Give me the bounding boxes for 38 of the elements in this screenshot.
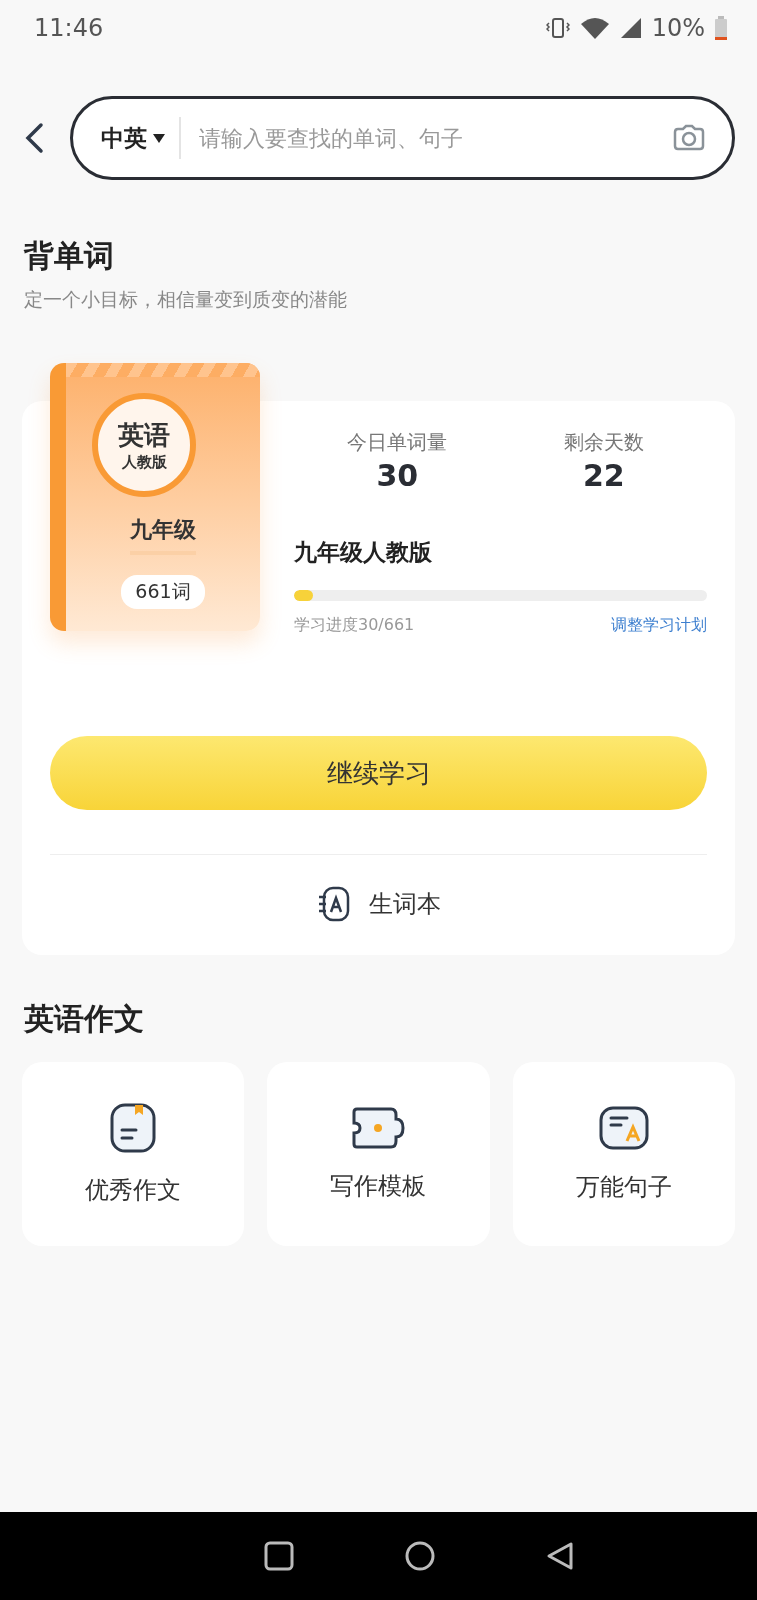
back-nav-icon[interactable] bbox=[545, 1541, 574, 1571]
book-grade: 九年级 bbox=[130, 515, 196, 555]
book-subject: 英语 bbox=[118, 419, 170, 452]
search-field[interactable]: 中英 请输入要查找的单词、句子 bbox=[70, 96, 735, 180]
stat-value: 22 bbox=[582, 458, 625, 493]
progress-text: 学习进度30/661 bbox=[294, 615, 415, 636]
section-title: 英语作文 bbox=[23, 1000, 145, 1038]
home-icon[interactable] bbox=[403, 1540, 436, 1572]
language-dropdown[interactable]: 中英 bbox=[101, 117, 181, 159]
signal-icon bbox=[619, 17, 642, 39]
stat-label: 剩余天数 bbox=[563, 429, 644, 456]
book-edition: 人教版 bbox=[121, 453, 167, 472]
puzzle-icon bbox=[350, 1106, 407, 1150]
wordbook-button[interactable]: 生词本 bbox=[304, 873, 453, 935]
adjust-plan-link[interactable]: 调整学习计划 bbox=[611, 615, 707, 636]
essay-tile[interactable]: 写作模板 bbox=[267, 1062, 490, 1246]
status-time: 11:46 bbox=[34, 14, 105, 42]
wifi-icon bbox=[579, 17, 610, 39]
document-icon bbox=[109, 1102, 158, 1154]
vibrate-icon bbox=[545, 17, 570, 39]
back-icon[interactable] bbox=[24, 122, 44, 154]
stat-label: 今日单词量 bbox=[347, 429, 448, 456]
letter-a-card-icon bbox=[597, 1105, 650, 1151]
battery-percent: 10% bbox=[651, 14, 705, 42]
section-subtitle: 定一个小目标，相信量变到质变的潜能 bbox=[23, 287, 348, 312]
plan-title: 九年级人教版 bbox=[294, 538, 433, 567]
wordbook-icon bbox=[316, 885, 351, 923]
battery-icon bbox=[715, 16, 727, 40]
essay-tile[interactable]: 优秀作文 bbox=[22, 1062, 245, 1246]
camera-icon[interactable] bbox=[672, 124, 706, 152]
book-cover[interactable]: 英语 人教版 九年级 661词 bbox=[50, 363, 260, 631]
word-count-tag: 661词 bbox=[121, 575, 205, 609]
caret-icon bbox=[153, 133, 165, 143]
essay-tile[interactable]: 万能句子 bbox=[512, 1062, 735, 1246]
section-title: 背单词 bbox=[22, 237, 115, 275]
square-nav-icon[interactable] bbox=[263, 1541, 294, 1571]
continue-button[interactable]: 继续学习 bbox=[50, 736, 707, 810]
stat-value: 30 bbox=[376, 458, 419, 493]
